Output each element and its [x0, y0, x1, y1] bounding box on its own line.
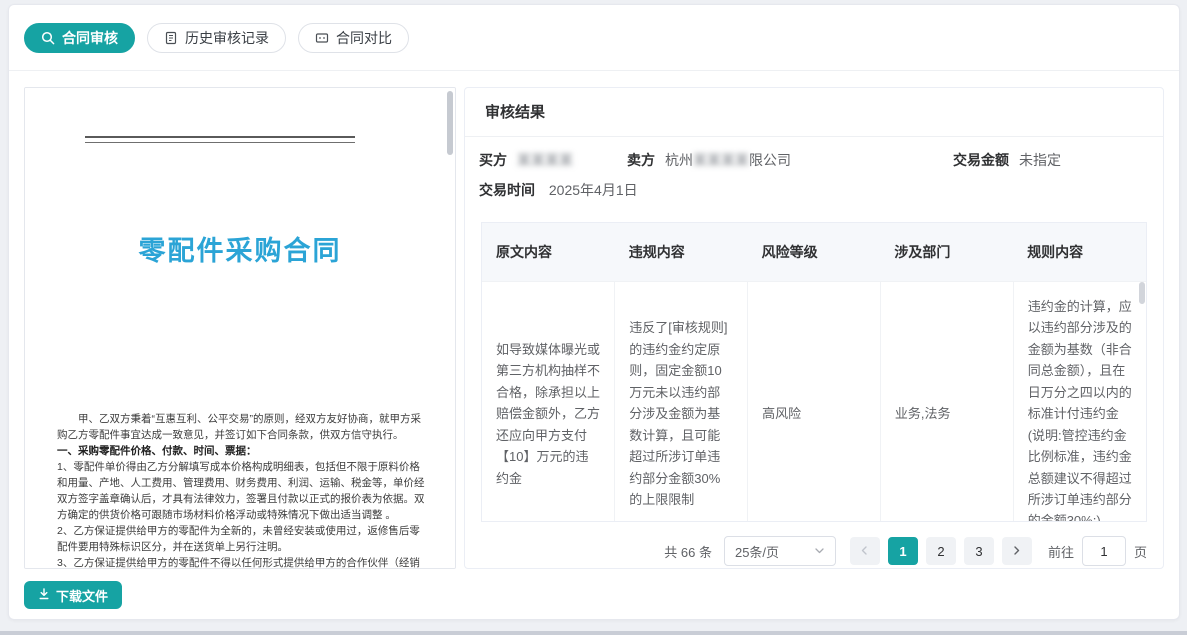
table-header-row: 原文内容 违规内容 风险等级 涉及部门 规则内容 [482, 223, 1146, 282]
tab-history-records[interactable]: 历史审核记录 [147, 23, 286, 53]
document-icon [164, 31, 178, 45]
goto-page-input[interactable] [1082, 536, 1126, 566]
amount-value: 未指定 [1019, 150, 1061, 170]
tab-label: 合同对比 [336, 28, 392, 48]
table-scrollbar-thumb[interactable] [1139, 282, 1145, 304]
search-icon [41, 31, 55, 45]
violations-table-wrap[interactable]: 原文内容 违规内容 风险等级 涉及部门 规则内容 如导致媒体曝光或第三方机构抽样… [481, 222, 1147, 522]
cell-departments: 业务,法务 [880, 282, 1013, 523]
main-content: 零配件采购合同 甲、乙双方秉着“互惠互利、公平交易”的原则，经双方友好协商，就甲… [9, 71, 1179, 569]
download-row: 下载文件 [9, 569, 1179, 609]
buyer-value-redacted: 某某某某 [517, 150, 573, 170]
contract-paragraph: 2、乙方保证提供给甲方的零配件为全新的，未曾经安装或使用过，返修售后零配件要用特… [57, 523, 425, 555]
col-header-violation: 违规内容 [615, 223, 748, 282]
contract-paragraph: 甲、乙双方秉着“互惠互利、公平交易”的原则，经双方友好协商，就甲方采购乙方零配件… [57, 411, 425, 443]
window-bottom-edge [0, 631, 1187, 635]
goto-suffix: 页 [1134, 542, 1147, 561]
download-file-button[interactable]: 下载文件 [24, 581, 122, 609]
contract-body: 甲、乙双方秉着“互惠互利、公平交易”的原则，经双方友好协商，就甲方采购乙方零配件… [25, 411, 455, 569]
page-jumper: 前往 页 [1048, 536, 1147, 566]
tab-contract-compare[interactable]: 合同对比 [298, 23, 409, 53]
letterhead-rule-thick [85, 136, 355, 138]
page-button-2[interactable]: 2 [926, 537, 956, 565]
download-label: 下载文件 [56, 586, 108, 605]
violations-table: 原文内容 违规内容 风险等级 涉及部门 规则内容 如导致媒体曝光或第三方机构抽样… [482, 223, 1146, 522]
download-icon [38, 588, 50, 603]
time-value: 2025年4月1日 [549, 182, 638, 198]
buyer-label: 买方 [479, 150, 507, 170]
col-header-original: 原文内容 [482, 223, 615, 282]
amount-field: 交易金额 未指定 [953, 150, 1149, 170]
pagination: 共 66 条 25条/页 1 2 3 [481, 536, 1147, 566]
meta-row-2: 交易时间 2025年4月1日 [479, 180, 1149, 200]
seller-value-redacted: 某某某某 [693, 150, 749, 170]
col-header-rule: 规则内容 [1013, 223, 1146, 282]
total-count: 共 66 条 [664, 542, 712, 561]
contract-meta: 买方 某某某某 卖方 杭州 某某某某 限公司 交易金额 未指定 [465, 137, 1163, 218]
seller-value-prefix: 杭州 [665, 150, 693, 170]
cell-rule: 违约金的计算，应以违约部分涉及的金额为基数（非合同总金额），且在日万分之四以内的… [1013, 282, 1146, 523]
buyer-field: 买方 某某某某 [479, 150, 627, 170]
seller-field: 卖方 杭州 某某某某 限公司 [627, 150, 953, 170]
tab-label: 历史审核记录 [185, 28, 269, 48]
time-label: 交易时间 [479, 182, 535, 198]
cell-original: 如导致媒体曝光或第三方机构抽样不合格，除承担以上赔偿金额外，乙方还应向甲方支付【… [482, 282, 615, 523]
page-button-3[interactable]: 3 [964, 537, 994, 565]
contract-preview-panel[interactable]: 零配件采购合同 甲、乙双方秉着“互惠互利、公平交易”的原则，经双方友好协商，就甲… [24, 87, 456, 569]
contract-title: 零配件采购合同 [25, 229, 455, 268]
review-results-panel: 审核结果 买方 某某某某 卖方 杭州 某某某某 限公司 交易金额 [464, 87, 1164, 569]
meta-row-1: 买方 某某某某 卖方 杭州 某某某某 限公司 交易金额 未指定 [479, 150, 1149, 170]
results-title: 审核结果 [465, 88, 1163, 137]
app-card: 合同审核 历史审核记录 合同对比 零配件采购合同 甲、乙双方秉着“互惠互利、公平… [8, 4, 1180, 620]
tab-label: 合同审核 [62, 28, 118, 48]
cell-violation: 违反了[审核规则]的违约金约定原则，固定金额10万元未以违约部分涉及金额为基数计… [615, 282, 748, 523]
time-field: 交易时间 2025年4月1日 [479, 180, 638, 200]
toolbar: 合同审核 历史审核记录 合同对比 [9, 5, 1179, 71]
contract-section-heading: 一、采购零配件价格、付款、时间、票据： [57, 443, 425, 459]
amount-label: 交易金额 [953, 150, 1009, 170]
chevron-right-icon [1011, 544, 1022, 559]
next-page-button[interactable] [1002, 537, 1032, 565]
compare-icon [315, 31, 329, 45]
goto-label: 前往 [1048, 542, 1074, 561]
letterhead-rule-thin [85, 142, 355, 143]
table-row[interactable]: 如导致媒体曝光或第三方机构抽样不合格，除承担以上赔偿金额外，乙方还应向甲方支付【… [482, 282, 1146, 523]
page-size-value: 25条/页 [735, 542, 779, 561]
seller-value-suffix: 限公司 [749, 150, 791, 170]
page-size-select[interactable]: 25条/页 [724, 536, 836, 566]
page-button-1[interactable]: 1 [888, 537, 918, 565]
col-header-departments: 涉及部门 [880, 223, 1013, 282]
chevron-left-icon [859, 544, 870, 559]
chevron-down-icon [814, 544, 825, 559]
contract-paragraph: 3、乙方保证提供给甲方的零配件不得以任何形式提供给甲方的合作伙伴（经销商，代理商… [57, 555, 425, 569]
seller-label: 卖方 [627, 150, 655, 170]
doc-scrollbar-thumb[interactable] [447, 91, 453, 155]
prev-page-button[interactable] [850, 537, 880, 565]
cell-risk-level: 高风险 [748, 282, 881, 523]
pager: 1 2 3 [850, 537, 1032, 565]
tab-contract-review[interactable]: 合同审核 [24, 23, 135, 53]
col-header-risk: 风险等级 [748, 223, 881, 282]
contract-page: 零配件采购合同 甲、乙双方秉着“互惠互利、公平交易”的原则，经双方友好协商，就甲… [25, 88, 455, 568]
contract-paragraph: 1、零配件单价得由乙方分解填写成本价格构成明细表，包括但不限于原料价格和用量、产… [57, 459, 425, 523]
